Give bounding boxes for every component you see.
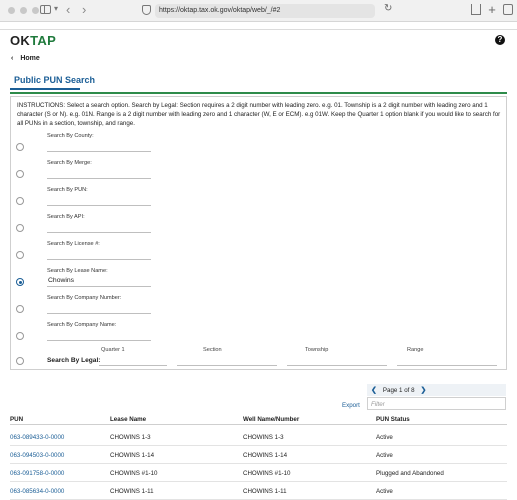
column-header-pun[interactable]: PUN bbox=[10, 416, 23, 423]
logo-text-accent: TAP bbox=[30, 33, 57, 48]
table-header: PUN Lease Name Well Name/Number PUN Stat… bbox=[10, 412, 507, 425]
help-icon[interactable]: ? bbox=[495, 35, 505, 45]
status-cell: Plugged and Abandoned bbox=[376, 470, 444, 477]
instructions-text: INSTRUCTIONS: Select a search option. Se… bbox=[17, 102, 501, 127]
county-radio[interactable] bbox=[16, 143, 24, 151]
page-title[interactable]: Public PUN Search bbox=[14, 75, 95, 85]
search-by-lease-name: Search By Lease Name: Chowins bbox=[11, 268, 508, 295]
window-controls[interactable] bbox=[8, 7, 39, 14]
field-label: Search By License #: bbox=[47, 241, 100, 247]
pun-input[interactable] bbox=[47, 194, 151, 206]
field-label: Search By Company Number: bbox=[47, 295, 122, 301]
chevron-down-icon[interactable]: ▾ bbox=[54, 4, 58, 13]
merge-radio[interactable] bbox=[16, 170, 24, 178]
county-input[interactable] bbox=[47, 140, 151, 152]
pun-link[interactable]: 063-085634-0-0000 bbox=[10, 488, 64, 495]
api-radio[interactable] bbox=[16, 224, 24, 232]
sidebar-toggle-icon[interactable] bbox=[40, 5, 51, 14]
zoom-window-dot[interactable] bbox=[32, 7, 39, 14]
home-link[interactable]: Home bbox=[20, 55, 39, 62]
address-bar[interactable]: https://oktap.tax.ok.gov/oktap/web/_/#2 bbox=[155, 4, 375, 18]
section-input[interactable] bbox=[177, 355, 277, 366]
field-label: Search By API: bbox=[47, 214, 85, 220]
lease-cell: CHOWINS 1-3 bbox=[110, 434, 151, 441]
close-window-dot[interactable] bbox=[8, 7, 15, 14]
new-tab-icon[interactable]: + bbox=[487, 3, 497, 16]
pun-link[interactable]: 063-091758-0-0000 bbox=[10, 470, 64, 477]
export-link[interactable]: Export bbox=[342, 402, 360, 409]
company-name-input[interactable] bbox=[47, 329, 151, 341]
share-icon[interactable] bbox=[471, 4, 481, 15]
status-cell: Active bbox=[376, 452, 393, 459]
pagination: ❮ Page 1 of 8 ❯ bbox=[367, 384, 506, 396]
status-cell: Active bbox=[376, 434, 393, 441]
tab-underline bbox=[10, 88, 80, 90]
column-header-well[interactable]: Well Name/Number bbox=[243, 416, 299, 423]
quarter-input[interactable] bbox=[99, 355, 167, 366]
column-header-status[interactable]: PUN Status bbox=[376, 416, 410, 423]
lease-name-input[interactable]: Chowins bbox=[47, 275, 151, 287]
range-input[interactable] bbox=[397, 355, 497, 366]
well-cell: CHOWINS #1-10 bbox=[243, 470, 291, 477]
tab-overview-icon[interactable] bbox=[503, 4, 513, 15]
field-label: Search By County: bbox=[47, 133, 94, 139]
legal-radio[interactable] bbox=[16, 357, 24, 365]
legal-label: Search By Legal: bbox=[47, 357, 101, 364]
forward-icon[interactable]: › bbox=[82, 2, 86, 17]
column-header-lease[interactable]: Lease Name bbox=[110, 416, 146, 423]
search-by-company-name: Search By Company Name: bbox=[11, 322, 508, 349]
field-label: Search By Company Name: bbox=[47, 322, 117, 328]
search-panel: INSTRUCTIONS: Select a search option. Se… bbox=[10, 96, 507, 370]
field-label: Search By Lease Name: bbox=[47, 268, 108, 274]
page-indicator: Page 1 of 8 bbox=[382, 386, 415, 394]
breadcrumb[interactable]: ‹ Home bbox=[11, 55, 40, 62]
well-cell: CHOWINS 1-14 bbox=[243, 452, 288, 459]
back-icon[interactable]: ‹ bbox=[66, 2, 70, 17]
next-page-icon[interactable]: ❯ bbox=[421, 386, 427, 394]
reload-icon[interactable]: ↻ bbox=[384, 3, 392, 14]
search-by-license: Search By License #: bbox=[11, 241, 508, 268]
search-by-company-number: Search By Company Number: bbox=[11, 295, 508, 322]
license-radio[interactable] bbox=[16, 251, 24, 259]
lease-cell: CHOWINS #1-10 bbox=[110, 470, 158, 477]
pun-link[interactable]: 063-094503-0-0000 bbox=[10, 452, 64, 459]
table-row[interactable]: 063-091758-0-0000 CHOWINS #1-10 CHOWINS … bbox=[10, 464, 507, 482]
lease-cell: CHOWINS 1-14 bbox=[110, 452, 155, 459]
field-label: Search By PUN: bbox=[47, 187, 88, 193]
search-by-merge: Search By Merge: bbox=[11, 160, 508, 187]
well-cell: CHOWINS 1-3 bbox=[243, 434, 284, 441]
search-by-api: Search By API: bbox=[11, 214, 508, 241]
pun-link[interactable]: 063-089433-0-0000 bbox=[10, 434, 64, 441]
divider bbox=[0, 29, 517, 30]
browser-toolbar: ▾ ‹ › https://oktap.tax.ok.gov/oktap/web… bbox=[0, 0, 517, 22]
company-number-input[interactable] bbox=[47, 302, 151, 314]
chevron-left-icon: ‹ bbox=[11, 55, 14, 62]
field-label: Search By Merge: bbox=[47, 160, 92, 166]
minimize-window-dot[interactable] bbox=[20, 7, 27, 14]
pun-radio[interactable] bbox=[16, 197, 24, 205]
lease-name-radio[interactable] bbox=[16, 278, 24, 286]
lease-cell: CHOWINS 1-11 bbox=[110, 488, 154, 495]
privacy-shield-icon[interactable] bbox=[142, 5, 151, 15]
status-cell: Active bbox=[376, 488, 393, 495]
township-input[interactable] bbox=[287, 355, 387, 366]
company-name-radio[interactable] bbox=[16, 332, 24, 340]
oktap-logo[interactable]: OKTAP bbox=[10, 33, 56, 48]
search-by-county: Search By County: bbox=[11, 133, 508, 160]
table-row[interactable]: 063-089433-0-0000 CHOWINS 1-3 CHOWINS 1-… bbox=[10, 428, 507, 446]
filter-input[interactable]: Filter bbox=[367, 397, 506, 410]
prev-page-icon[interactable]: ❮ bbox=[371, 386, 377, 394]
table-row[interactable]: 063-085634-0-0000 CHOWINS 1-11 CHOWINS 1… bbox=[10, 482, 507, 500]
well-cell: CHOWINS 1-11 bbox=[243, 488, 287, 495]
logo-text: OK bbox=[10, 33, 31, 48]
api-input[interactable] bbox=[47, 221, 151, 233]
search-by-pun: Search By PUN: bbox=[11, 187, 508, 214]
green-divider bbox=[10, 92, 507, 94]
table-row[interactable]: 063-094503-0-0000 CHOWINS 1-14 CHOWINS 1… bbox=[10, 446, 507, 464]
company-number-radio[interactable] bbox=[16, 305, 24, 313]
merge-input[interactable] bbox=[47, 167, 151, 179]
license-input[interactable] bbox=[47, 248, 151, 260]
